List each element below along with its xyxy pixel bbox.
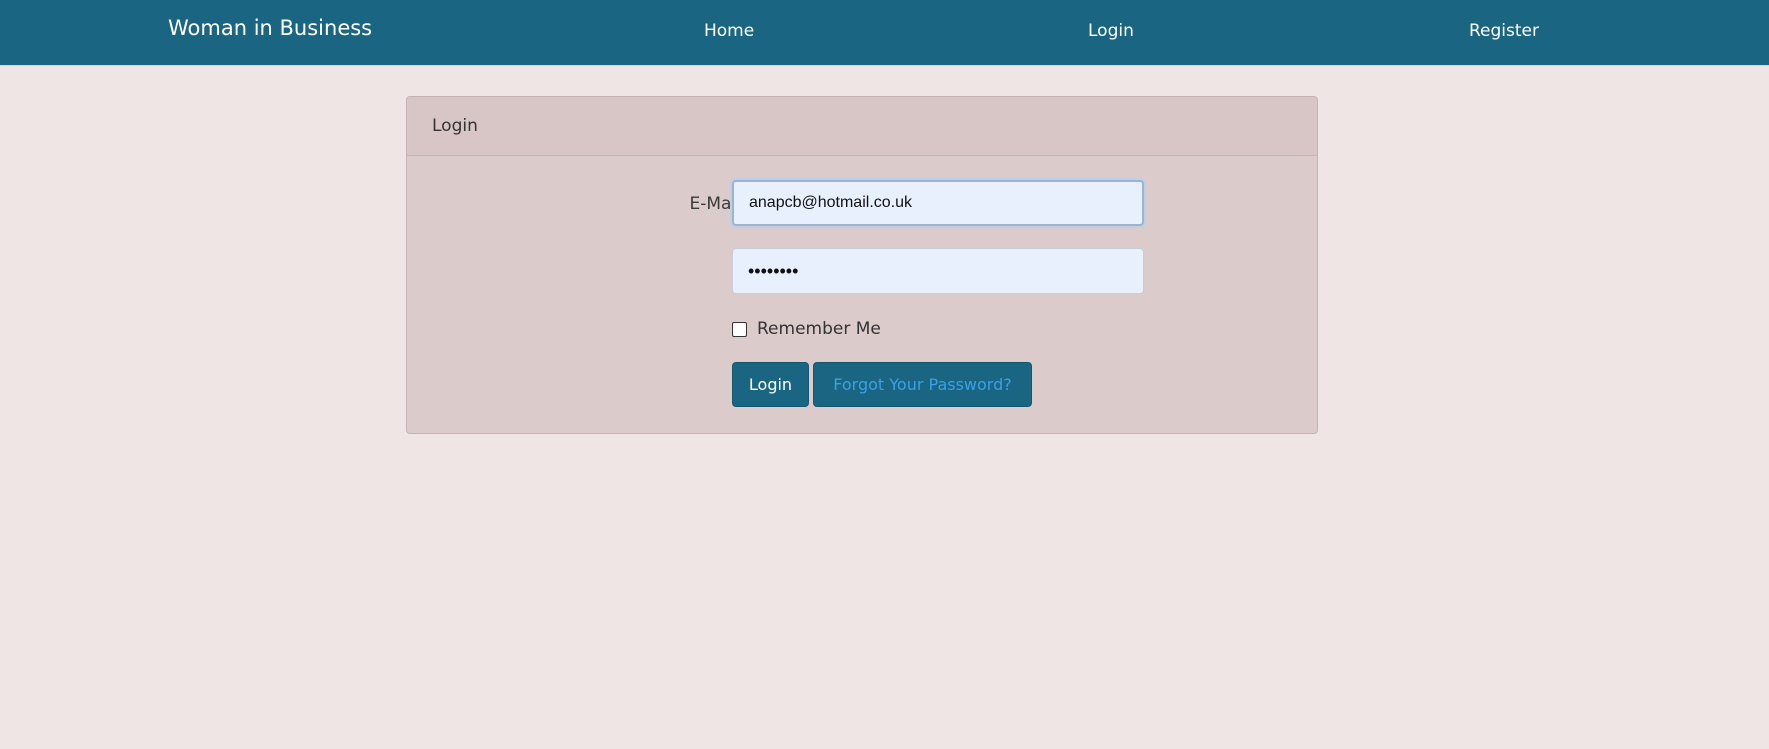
top-navbar: Woman in Business Home Login Register: [0, 0, 1769, 66]
password-field[interactable]: [732, 248, 1144, 294]
login-card: Login E-Mail Address Password Remember M…: [406, 96, 1318, 434]
nav-link-login[interactable]: Login: [1088, 21, 1134, 41]
remember-me-label: Remember Me: [757, 319, 881, 339]
remember-me-checkbox[interactable]: [732, 321, 747, 337]
email-field[interactable]: [732, 180, 1144, 226]
card-header: Login: [407, 97, 1317, 156]
remember-me-toggle[interactable]: Remember Me: [732, 318, 881, 340]
brand-link[interactable]: Woman in Business: [168, 16, 372, 40]
forgot-password-button[interactable]: Forgot Your Password?: [813, 362, 1032, 407]
nav-link-register[interactable]: Register: [1469, 21, 1539, 41]
login-button[interactable]: Login: [732, 362, 809, 407]
card-title: Login: [432, 116, 478, 136]
nav-link-home[interactable]: Home: [704, 21, 754, 41]
